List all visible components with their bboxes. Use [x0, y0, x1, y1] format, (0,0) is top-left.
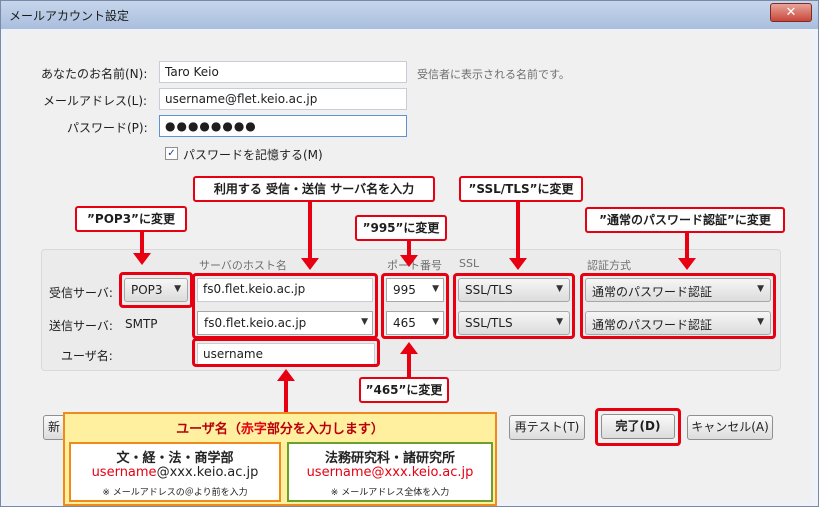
title-bar: メールアカウント設定 ✕ [1, 1, 818, 29]
info-title-b: 部分を入力します） [266, 422, 384, 437]
password-field[interactable]: ●●●●●●●● [159, 115, 407, 137]
username-label: ユーザ名: [61, 349, 113, 363]
outgoing-server-label: 送信サーバ: [49, 319, 113, 333]
arrow-auth [685, 233, 689, 260]
undergrad-username-example: username@xxx.keio.ac.jp [71, 465, 279, 480]
arrowhead-port-995 [400, 255, 418, 267]
undergrad-user: username [91, 465, 157, 480]
callout-port-465: ”465”に変更 [359, 377, 449, 403]
info-title: ユーザ名（赤字部分を入力します） [65, 418, 495, 437]
arrowhead-auth [678, 258, 696, 270]
email-field[interactable]: username@flet.keio.ac.jp [159, 88, 407, 110]
graduate-note: ※ メールアドレス全体を入力 [330, 488, 450, 498]
name-field[interactable]: Taro Keio [159, 61, 407, 83]
arrow-port-995 [407, 241, 411, 256]
callout-auth: ”通常のパスワード認証”に変更 [585, 207, 785, 233]
highlight-ssl [453, 273, 575, 339]
highlight-done [595, 408, 681, 446]
arrowhead-pop3 [133, 253, 151, 265]
highlight-username [192, 338, 380, 367]
new-account-button[interactable]: 新 [43, 415, 65, 440]
remember-password-checkbox[interactable]: ✓ [165, 147, 178, 160]
graduate-info-box: 法務研究科・諸研究所 username@xxx.keio.ac.jp ※ メール… [287, 442, 493, 502]
callout-pop3: ”POP3”に変更 [75, 206, 187, 232]
arrow-username [284, 380, 288, 412]
arrow-server-name [308, 202, 312, 260]
retest-button[interactable]: 再テスト(T) [509, 415, 585, 440]
callout-server-name: 利用する 受信・送信 サーバ名を入力 [193, 176, 435, 202]
graduate-username-example: username@xxx.keio.ac.jp [306, 465, 474, 480]
highlight-host [192, 273, 378, 339]
info-title-a: ユーザ名（ [176, 422, 241, 437]
callout-port-995: ”995”に変更 [355, 215, 447, 241]
mail-account-setup-window: メールアカウント設定 ✕ あなたのお名前(N): Taro Keio 受信者に表… [0, 0, 819, 507]
arrow-pop3 [140, 232, 144, 254]
column-auth-header: 認証方式 [587, 259, 631, 272]
undergrad-domain: @xxx.keio.ac.jp [156, 465, 259, 480]
highlight-auth [580, 273, 776, 339]
password-label: パスワード(P): [67, 121, 148, 135]
graduate-heading: 法務研究科・諸研究所 [324, 451, 455, 466]
highlight-port [381, 273, 449, 339]
email-label: メールアドレス(L): [43, 94, 148, 108]
undergrad-heading: 文・経・法・商学部 [116, 451, 234, 466]
info-title-red: 赤字 [240, 422, 267, 437]
arrow-port-465 [407, 353, 411, 377]
highlight-protocol [119, 272, 193, 308]
column-ssl-header: SSL [459, 257, 480, 270]
remember-password-label: パスワードを記憶する(M) [183, 148, 323, 162]
name-hint: 受信者に表示される名前です。 [417, 68, 570, 81]
undergrad-note: ※ メールアドレスの＠より前を入力 [102, 488, 248, 498]
username-info-panel: ユーザ名（赤字部分を入力します） 文・経・法・商学部 username@xxx.… [63, 412, 497, 506]
undergrad-info-box: 文・経・法・商学部 username@xxx.keio.ac.jp ※ メールア… [69, 442, 281, 502]
name-label: あなたのお名前(N): [41, 67, 148, 81]
arrowhead-server-name [301, 258, 319, 270]
cancel-button[interactable]: キャンセル(A) [687, 415, 773, 440]
close-icon[interactable]: ✕ [770, 3, 812, 22]
window-title: メールアカウント設定 [9, 9, 130, 23]
arrowhead-ssl-tls [509, 258, 527, 270]
column-host-header: サーバのホスト名 [199, 259, 287, 272]
callout-ssl-tls: ”SSL/TLS”に変更 [459, 176, 583, 202]
incoming-server-label: 受信サーバ: [49, 286, 113, 300]
outgoing-protocol: SMTP [125, 317, 158, 331]
arrow-ssl-tls [516, 202, 520, 260]
